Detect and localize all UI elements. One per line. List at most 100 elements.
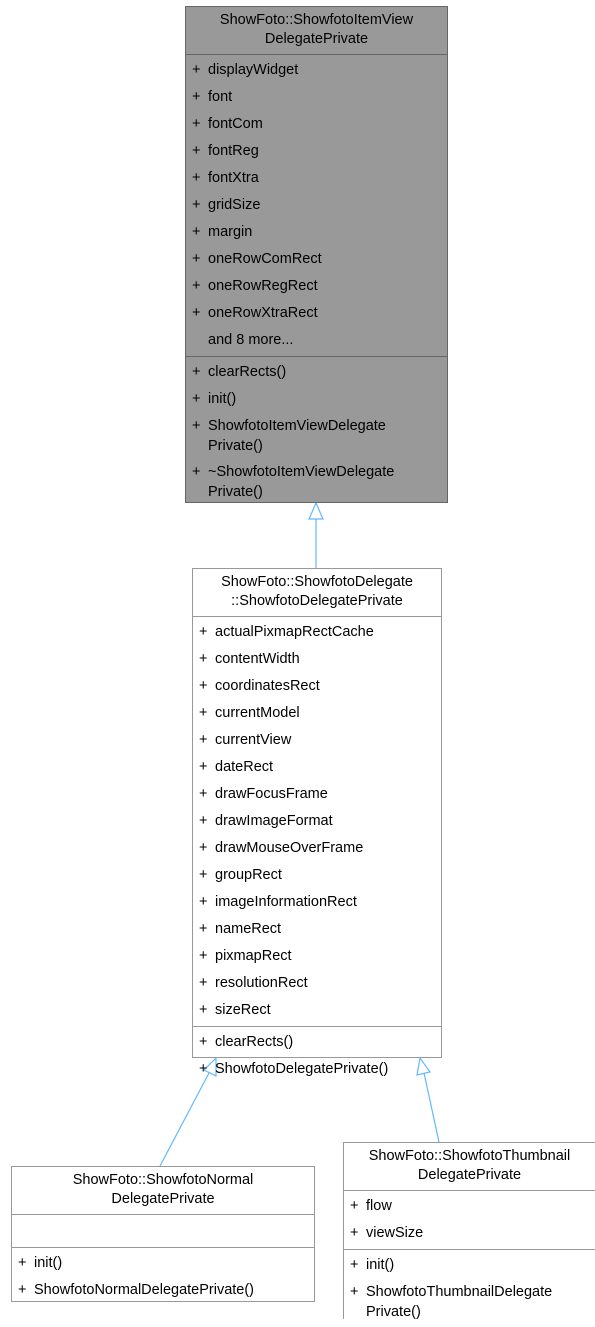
method-name: ~ShowfotoItemViewDelegate Private() bbox=[208, 459, 398, 505]
visibility-marker: + bbox=[199, 975, 208, 991]
class-box-showfoto-delegate-private[interactable]: ShowFoto::ShowfotoDelegate ::ShowfotoDel… bbox=[192, 568, 442, 1077]
methods-section: + clearRects() + init() + ShowfotoItemViewD… bbox=[186, 357, 447, 507]
attribute-name: drawMouseOverFrame bbox=[215, 840, 364, 856]
attribute-name: fontCom bbox=[208, 116, 263, 132]
attribute-row: + font bbox=[186, 84, 447, 111]
method-name: init() bbox=[208, 386, 240, 412]
visibility-marker: + bbox=[192, 391, 201, 407]
attribute-name: fontXtra bbox=[208, 170, 259, 186]
class-box-thumbnail-delegate-private[interactable]: ShowFoto::ShowfotoThumbnail DelegatePriv… bbox=[343, 1142, 595, 1320]
visibility-marker: + bbox=[199, 786, 208, 802]
method-row: + clearRects() bbox=[193, 1029, 441, 1056]
method-row: + init() bbox=[12, 1250, 314, 1277]
attribute-row: + oneRowXtraRect bbox=[186, 300, 447, 327]
class-title-line: ShowFoto::ShowfotoNormal bbox=[72, 1172, 254, 1188]
class-title: ShowFoto::ShowfotoThumbnail DelegatePriv… bbox=[344, 1143, 595, 1191]
more-attributes-link[interactable]: and 8 more... bbox=[186, 327, 447, 354]
visibility-marker: + bbox=[18, 1255, 27, 1271]
attribute-row: + nameRect bbox=[193, 916, 441, 943]
attribute-row: + gridSize bbox=[186, 192, 447, 219]
attribute-row: + resolutionRect bbox=[193, 970, 441, 997]
method-row: + ShowfotoThumbnailDelegate Private() bbox=[344, 1279, 595, 1325]
method-name-line: ShowfotoThumbnailDelegate bbox=[366, 1284, 553, 1300]
visibility-marker: + bbox=[199, 813, 208, 829]
attributes-section: + actualPixmapRectCache + contentWidth + co… bbox=[193, 617, 441, 1027]
visibility-marker: + bbox=[192, 170, 201, 186]
attribute-row: + drawMouseOverFrame bbox=[193, 835, 441, 862]
attribute-row: + viewSize bbox=[344, 1220, 595, 1247]
visibility-marker: + bbox=[199, 948, 208, 964]
method-name: clearRects() bbox=[208, 359, 290, 385]
attribute-name: currentModel bbox=[215, 705, 300, 721]
visibility-marker: + bbox=[350, 1257, 359, 1273]
visibility-marker: + bbox=[192, 418, 201, 434]
visibility-marker: + bbox=[199, 732, 208, 748]
attribute-row: + flow bbox=[344, 1193, 595, 1220]
method-name: ShowfotoThumbnailDelegate Private() bbox=[366, 1279, 556, 1325]
visibility-marker: + bbox=[192, 197, 201, 213]
method-name-line: Private() bbox=[208, 484, 263, 500]
attribute-row: + pixmapRect bbox=[193, 943, 441, 970]
attribute-row: + currentModel bbox=[193, 700, 441, 727]
attribute-name: oneRowXtraRect bbox=[208, 305, 318, 321]
attributes-section: + flow + viewSize bbox=[344, 1191, 595, 1250]
visibility-marker: + bbox=[199, 867, 208, 883]
attribute-name: contentWidth bbox=[215, 651, 300, 667]
attribute-row: + sizeRect bbox=[193, 997, 441, 1024]
attribute-name: margin bbox=[208, 224, 253, 240]
visibility-marker: + bbox=[192, 143, 201, 159]
method-name: ShowfotoDelegatePrivate() bbox=[215, 1061, 389, 1077]
attribute-name: drawFocusFrame bbox=[215, 786, 328, 802]
attribute-name: coordinatesRect bbox=[215, 678, 320, 694]
method-row: + ShowfotoNormalDelegatePrivate() bbox=[12, 1277, 314, 1304]
visibility-marker: + bbox=[199, 921, 208, 937]
method-name: ShowfotoNormalDelegatePrivate() bbox=[34, 1282, 255, 1298]
attribute-name: displayWidget bbox=[208, 62, 299, 78]
visibility-marker: + bbox=[192, 305, 201, 321]
visibility-marker: + bbox=[199, 624, 208, 640]
method-name-line: clearRects() bbox=[208, 364, 287, 380]
method-name: init() bbox=[34, 1255, 63, 1271]
attribute-name: actualPixmapRectCache bbox=[215, 624, 374, 640]
attribute-row: + fontXtra bbox=[186, 165, 447, 192]
attribute-name: groupRect bbox=[215, 867, 282, 883]
class-box-normal-delegate-private[interactable]: ShowFoto::ShowfotoNormal DelegatePrivate… bbox=[11, 1166, 315, 1302]
attribute-name: nameRect bbox=[215, 921, 282, 937]
attribute-row: + oneRowRegRect bbox=[186, 273, 447, 300]
method-row: + init() bbox=[344, 1252, 595, 1279]
attribute-name: drawImageFormat bbox=[215, 813, 333, 829]
visibility-marker: + bbox=[192, 62, 201, 78]
class-title-line: ShowFoto::ShowfotoThumbnail bbox=[368, 1148, 571, 1164]
attribute-name: sizeRect bbox=[215, 1002, 271, 1018]
attribute-row: + dateRect bbox=[193, 754, 441, 781]
attribute-name: dateRect bbox=[215, 759, 274, 775]
method-name: clearRects() bbox=[215, 1034, 294, 1050]
visibility-marker: + bbox=[199, 840, 208, 856]
attribute-row: + fontReg bbox=[186, 138, 447, 165]
visibility-marker: + bbox=[192, 89, 201, 105]
attributes-section: + displayWidget + font + fontCom + fontReg +… bbox=[186, 55, 447, 357]
attribute-name: resolutionRect bbox=[215, 975, 308, 991]
class-title-line: ShowFoto::ShowfotoItemView bbox=[219, 12, 414, 28]
class-box-itemview-delegate-private[interactable]: ShowFoto::ShowfotoItemView DelegatePriva… bbox=[185, 6, 448, 503]
methods-section: + init() + ShowfotoThumbnailDelegate Privat… bbox=[344, 1250, 595, 1327]
attribute-name: font bbox=[208, 89, 233, 105]
attribute-row: + drawFocusFrame bbox=[193, 781, 441, 808]
attribute-row: + displayWidget bbox=[186, 57, 447, 84]
method-name: init() bbox=[366, 1257, 395, 1273]
methods-section: + init() + ShowfotoNormalDelegatePrivate() bbox=[12, 1248, 314, 1306]
method-name-line: ~ShowfotoItemViewDelegate bbox=[208, 464, 395, 480]
attribute-name: oneRowComRect bbox=[208, 251, 322, 267]
visibility-marker: + bbox=[350, 1198, 359, 1214]
method-name: ShowfotoItemViewDelegate Private() bbox=[208, 413, 390, 459]
attribute-row: + groupRect bbox=[193, 862, 441, 889]
attribute-row: + contentWidth bbox=[193, 646, 441, 673]
class-title: ShowFoto::ShowfotoDelegate ::ShowfotoDel… bbox=[193, 569, 441, 617]
attribute-name: oneRowRegRect bbox=[208, 278, 318, 294]
attribute-row: + margin bbox=[186, 219, 447, 246]
attribute-name: flow bbox=[366, 1198, 392, 1214]
visibility-marker: + bbox=[199, 894, 208, 910]
class-title-line: ::ShowfotoDelegatePrivate bbox=[231, 593, 403, 609]
visibility-marker: + bbox=[199, 678, 208, 694]
attribute-name: imageInformationRect bbox=[215, 894, 357, 910]
